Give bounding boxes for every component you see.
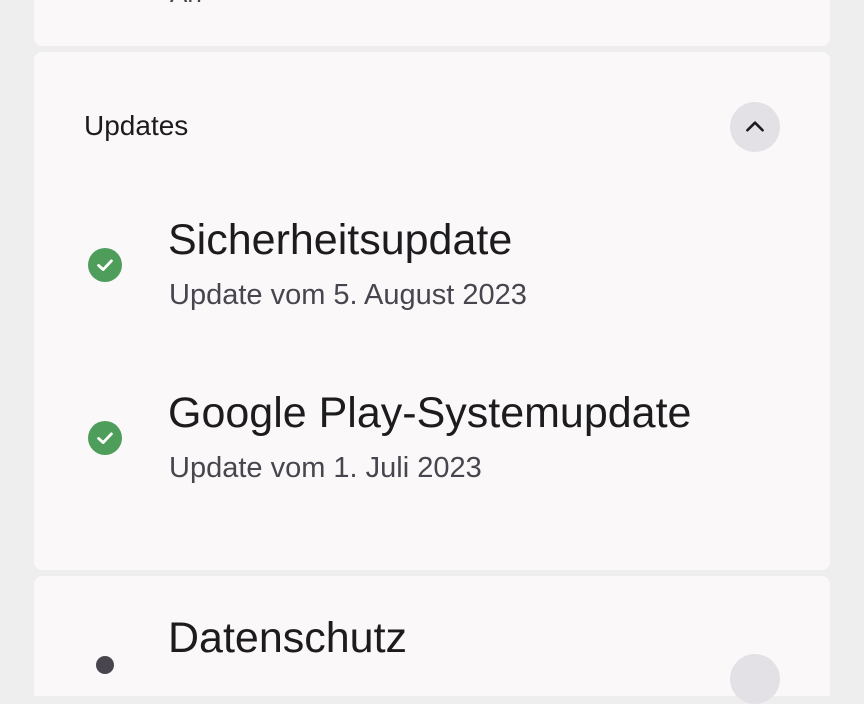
check-circle-icon [88,248,122,282]
play-system-update-item[interactable]: Google Play-Systemupdate Update vom 1. J… [34,385,830,495]
security-update-title: Sicherheitsupdate [168,216,513,264]
updates-section-title: Updates [84,110,189,141]
previous-section-status: An [170,0,202,6]
privacy-status-icon [96,656,114,674]
play-system-update-title: Google Play-Systemupdate [168,389,692,437]
collapse-updates-button[interactable] [730,102,780,152]
expand-privacy-button[interactable] [730,654,780,704]
security-update-item[interactable]: Sicherheitsupdate Update vom 5. August 2… [34,212,830,322]
check-circle-icon [88,421,122,455]
security-update-date: Update vom 5. August 2023 [169,279,527,311]
play-system-update-date: Update vom 1. Juli 2023 [169,452,482,484]
chevron-up-icon [746,121,764,132]
previous-section-card: An [34,0,830,46]
privacy-section-title: Datenschutz [168,614,408,662]
updates-section-card: Updates Sicherheitsupdate Update vom 5. … [34,52,830,570]
privacy-section-card[interactable]: Datenschutz [34,576,830,704]
